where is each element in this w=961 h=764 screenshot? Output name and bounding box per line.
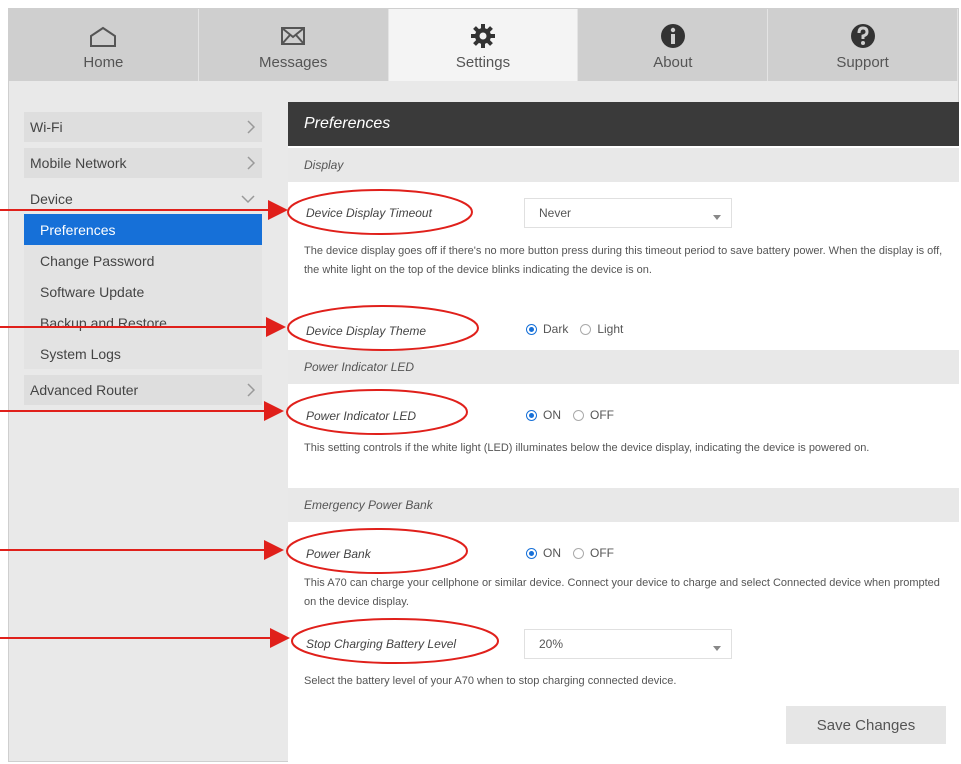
led-on-label[interactable]: ON <box>543 408 561 422</box>
select-value: 20% <box>539 637 564 651</box>
sidebar-item-label: Mobile Network <box>30 155 127 171</box>
tab-messages[interactable]: Messages <box>198 9 389 81</box>
power-bank-on-radio[interactable] <box>526 547 537 559</box>
tab-support[interactable]: Support <box>768 9 958 81</box>
select-value: Never <box>539 206 572 220</box>
tab-about[interactable]: About <box>578 9 769 81</box>
top-nav: Home Messages Settings About Support <box>9 9 958 81</box>
power-bank-description: This A70 can charge your cellphone or si… <box>304 577 940 608</box>
sidebar-subitem-system-logs[interactable]: System Logs <box>24 338 262 369</box>
sidebar-subitem-backup-and-restore[interactable]: Backup and Restore <box>24 307 262 338</box>
chevron-down-icon <box>240 191 256 207</box>
power-bank-off-label[interactable]: OFF <box>590 546 614 560</box>
led-description: This setting controls if the white light… <box>304 442 870 454</box>
stop-charging-label: Stop Charging Battery Level <box>306 637 457 651</box>
power-bank-on-label[interactable]: ON <box>543 546 561 560</box>
display-theme-radio-group: Dark Light <box>526 322 635 336</box>
led-radio-group: ON OFF <box>526 408 626 422</box>
sidebar-item-advanced-router[interactable]: Advanced Router <box>24 375 262 405</box>
power-bank-radio-group: ON OFF <box>526 546 626 560</box>
tab-settings[interactable]: Settings <box>388 9 579 81</box>
led-label: Power Indicator LED <box>306 409 417 423</box>
home-icon <box>88 20 118 52</box>
sidebar-item-mobile-network[interactable]: Mobile Network <box>24 148 262 178</box>
sidebar-subitem-change-password[interactable]: Change Password <box>24 245 262 276</box>
tab-label: About <box>653 53 693 71</box>
info-icon <box>659 20 687 52</box>
section-display: Display <box>288 148 959 182</box>
chevron-down-icon <box>713 210 721 224</box>
section-power-indicator-led: Power Indicator LED <box>288 350 959 384</box>
sidebar-item-device[interactable]: Device <box>24 184 262 214</box>
sidebar-item-label: Wi-Fi <box>30 119 63 135</box>
sidebar-subitem-preferences[interactable]: Preferences <box>24 214 262 245</box>
theme-light-radio[interactable] <box>580 323 592 335</box>
led-off-label[interactable]: OFF <box>590 408 614 422</box>
power-bank-label: Power Bank <box>306 547 371 561</box>
stop-charging-select[interactable]: 20% <box>524 629 732 659</box>
sidebar-subitem-software-update[interactable]: Software Update <box>24 276 262 307</box>
section-emergency-power-bank: Emergency Power Bank <box>288 488 959 522</box>
tab-home[interactable]: Home <box>9 9 199 81</box>
sidebar-item-label: Device <box>30 191 73 207</box>
tab-label: Home <box>83 53 124 71</box>
save-changes-button[interactable]: Save Changes <box>786 706 946 744</box>
gear-icon <box>469 20 497 52</box>
display-timeout-select[interactable]: Never <box>524 198 732 228</box>
theme-light-label[interactable]: Light <box>597 322 623 336</box>
sidebar-item-label: Advanced Router <box>30 382 139 398</box>
chevron-right-icon <box>246 155 256 174</box>
power-bank-off-radio[interactable] <box>573 547 584 559</box>
chevron-down-icon <box>713 641 721 655</box>
display-timeout-label: Device Display Timeout <box>306 206 432 220</box>
sidebar: Wi-Fi Mobile Network Device Preferences … <box>24 112 262 411</box>
chevron-right-icon <box>246 382 256 401</box>
page-title: Preferences <box>288 102 959 146</box>
led-off-radio[interactable] <box>573 409 584 421</box>
display-theme-label: Device Display Theme <box>306 324 427 338</box>
envelope-icon <box>278 20 308 52</box>
tab-label: Support <box>836 53 889 71</box>
display-timeout-description: The device display goes off if there's n… <box>304 245 943 276</box>
tab-label: Settings <box>455 53 511 71</box>
theme-dark-label[interactable]: Dark <box>543 322 568 336</box>
tab-label: Messages <box>259 53 328 71</box>
theme-dark-radio[interactable] <box>526 323 537 335</box>
stop-charging-description: Select the battery level of your A70 whe… <box>304 675 677 687</box>
chevron-right-icon <box>246 119 256 138</box>
sidebar-item-wifi[interactable]: Wi-Fi <box>24 112 262 142</box>
preferences-panel: Preferences Display Device Display Timeo… <box>288 102 959 762</box>
led-on-radio[interactable] <box>526 409 537 421</box>
help-icon <box>849 20 877 52</box>
